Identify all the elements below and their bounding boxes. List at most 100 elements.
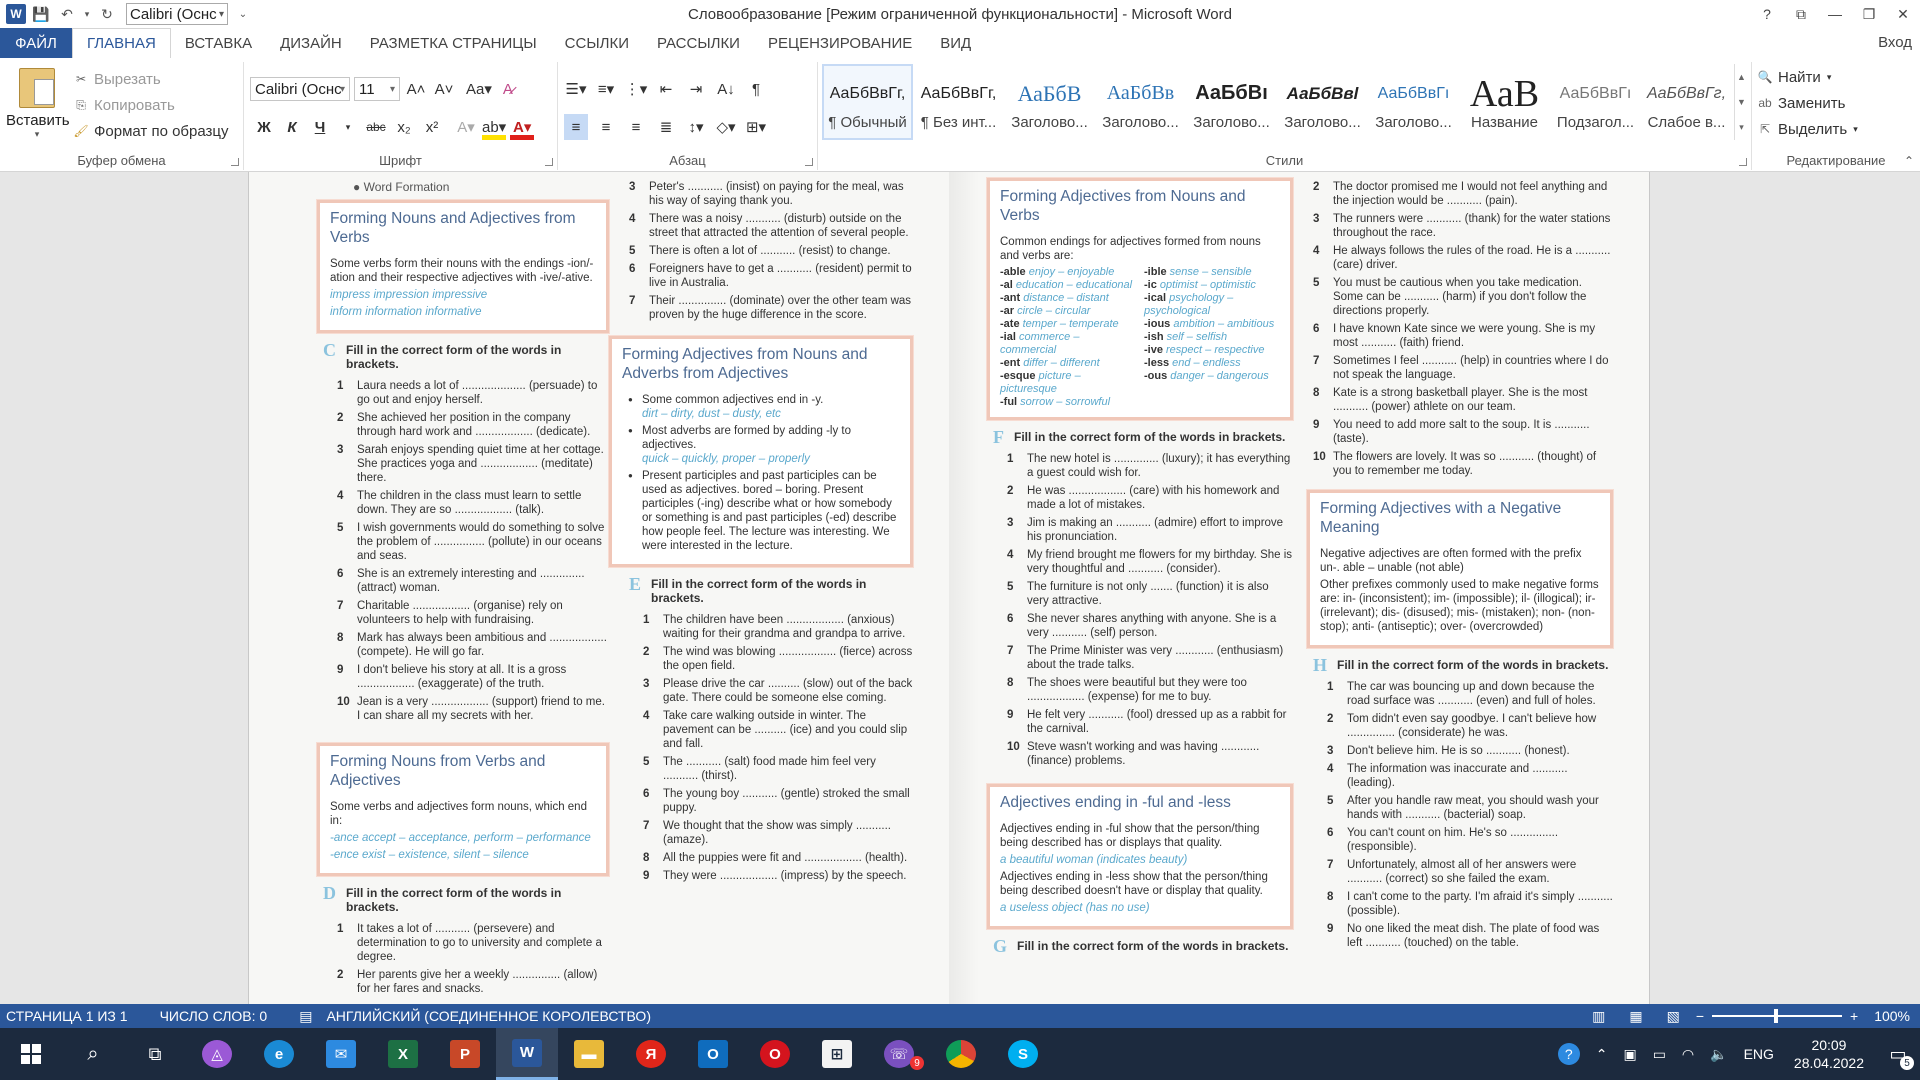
- decrease-indent-icon[interactable]: ⇤: [654, 76, 678, 102]
- taskbar-app-yandex[interactable]: Я: [620, 1028, 682, 1080]
- style-no-spacing[interactable]: АаБбВвГг, ¶ Без инт...: [913, 64, 1004, 140]
- sign-in-link[interactable]: Вход: [1878, 34, 1912, 51]
- tab-design[interactable]: ДИЗАЙН: [266, 28, 356, 58]
- style-heading-1[interactable]: АаБбВ Заголово...: [1004, 64, 1095, 140]
- taskbar-app-outlook[interactable]: O: [682, 1028, 744, 1080]
- taskbar-app-chrome[interactable]: [930, 1028, 992, 1080]
- font-launcher-icon[interactable]: [545, 158, 553, 166]
- taskbar-app-opera[interactable]: O: [744, 1028, 806, 1080]
- collapse-ribbon-icon[interactable]: ⌃: [1904, 154, 1914, 168]
- tab-mailings[interactable]: РАССЫЛКИ: [643, 28, 754, 58]
- close-button[interactable]: ✕: [1886, 0, 1920, 28]
- minimize-button[interactable]: —: [1818, 0, 1852, 28]
- show-marks-icon[interactable]: ¶: [744, 76, 768, 102]
- underline-dropdown-icon[interactable]: ▾: [336, 114, 360, 140]
- web-layout-icon[interactable]: ▧: [1667, 1008, 1680, 1025]
- taskbar-app-assistant[interactable]: ◬: [186, 1028, 248, 1080]
- justify-icon[interactable]: ≣: [654, 114, 678, 140]
- style-subtle-emphasis[interactable]: АаБбВвГг, Слабое в...: [1641, 64, 1732, 140]
- print-layout-icon[interactable]: ▦: [1629, 1008, 1642, 1025]
- read-mode-icon[interactable]: ▥: [1592, 1008, 1605, 1025]
- style-subtitle[interactable]: АаБбВвГı Подзагол...: [1550, 64, 1641, 140]
- zoom-slider[interactable]: [1712, 1009, 1842, 1023]
- text-effects-icon[interactable]: A▾: [454, 114, 478, 140]
- help-button[interactable]: ?: [1750, 0, 1784, 28]
- align-center-icon[interactable]: ≡: [594, 114, 618, 140]
- font-name-select[interactable]: Calibri (Оснс: [250, 77, 350, 101]
- italic-icon[interactable]: К: [280, 114, 304, 140]
- style-heading-4[interactable]: АаБбВвl Заголово...: [1277, 64, 1368, 140]
- ribbon-display-icon[interactable]: ⧉: [1784, 0, 1818, 28]
- customize-qat-icon[interactable]: ⌄: [232, 3, 254, 25]
- cut-button[interactable]: ✂ Вырезать: [74, 66, 229, 92]
- document-area[interactable]: ● Word Formation Forming Nouns and Adjec…: [0, 172, 1920, 1004]
- tab-view[interactable]: ВИД: [926, 28, 985, 58]
- page-count[interactable]: СТРАНИЦА 1 ИЗ 1: [6, 1008, 128, 1024]
- find-button[interactable]: 🔍 Найти ▾: [1758, 64, 1858, 90]
- network-drive-icon[interactable]: ▣: [1623, 1046, 1636, 1063]
- scroll-up-icon[interactable]: ▲: [1737, 72, 1746, 82]
- taskbar-app-powerpoint[interactable]: P: [434, 1028, 496, 1080]
- shading-icon[interactable]: ◇▾: [714, 114, 738, 140]
- tab-page-layout[interactable]: РАЗМЕТКА СТРАНИЦЫ: [356, 28, 551, 58]
- zoom-in-icon[interactable]: +: [1850, 1008, 1858, 1024]
- paragraph-launcher-icon[interactable]: [805, 158, 813, 166]
- save-icon[interactable]: 💾: [30, 3, 52, 25]
- tab-review[interactable]: РЕЦЕНЗИРОВАНИЕ: [754, 28, 926, 58]
- underline-icon[interactable]: Ч: [308, 114, 332, 140]
- align-left-icon[interactable]: ≡: [564, 114, 588, 140]
- line-spacing-icon[interactable]: ↕▾: [684, 114, 708, 140]
- task-view-button[interactable]: ⧉: [124, 1028, 186, 1080]
- highlight-icon[interactable]: ab▾: [482, 114, 507, 140]
- zoom-out-icon[interactable]: −: [1696, 1008, 1704, 1024]
- wifi-icon[interactable]: ◠: [1682, 1046, 1694, 1063]
- volume-icon[interactable]: 🔈: [1710, 1046, 1727, 1063]
- style-heading-3[interactable]: АаБбВı Заголово...: [1186, 64, 1277, 140]
- document-page[interactable]: ● Word Formation Forming Nouns and Adjec…: [248, 172, 1650, 1004]
- show-hidden-icons[interactable]: ⌃: [1596, 1046, 1608, 1063]
- align-right-icon[interactable]: ≡: [624, 114, 648, 140]
- tab-insert[interactable]: ВСТАВКА: [171, 28, 266, 58]
- style-title[interactable]: АаВ Название: [1459, 64, 1550, 140]
- start-button[interactable]: [0, 1028, 62, 1080]
- language-status[interactable]: АНГЛИЙСКИЙ (СОЕДИНЕННОЕ КОРОЛЕВСТВО): [326, 1008, 651, 1024]
- grow-font-icon[interactable]: A˄: [404, 76, 428, 102]
- select-button[interactable]: ⇱ Выделить ▾: [1758, 116, 1858, 142]
- input-language[interactable]: ENG: [1744, 1046, 1774, 1062]
- battery-icon[interactable]: ▭: [1653, 1046, 1666, 1063]
- copy-button[interactable]: ⎘ Копировать: [74, 92, 229, 118]
- styles-launcher-icon[interactable]: [1739, 158, 1747, 166]
- taskbar-app-mail[interactable]: ✉: [310, 1028, 372, 1080]
- font-color-icon[interactable]: A▾: [510, 114, 535, 140]
- proofing-icon[interactable]: ▤: [299, 1008, 312, 1025]
- increase-indent-icon[interactable]: ⇥: [684, 76, 708, 102]
- tab-home[interactable]: ГЛАВНАЯ: [72, 28, 171, 58]
- multilevel-list-icon[interactable]: ⋮▾: [624, 76, 648, 102]
- clock[interactable]: 20:09 28.04.2022: [1794, 1036, 1864, 1072]
- paste-button[interactable]: Вставить ▾: [6, 64, 70, 140]
- superscript-icon[interactable]: x²: [420, 114, 444, 140]
- change-case-icon[interactable]: Aa▾: [466, 76, 492, 102]
- taskbar-app-store[interactable]: ⊞: [806, 1028, 868, 1080]
- zoom-slider-thumb[interactable]: [1774, 1009, 1778, 1023]
- sort-icon[interactable]: A↓: [714, 76, 738, 102]
- font-size-select[interactable]: 11: [354, 77, 400, 101]
- format-painter-button[interactable]: 🖌 Формат по образцу: [73, 118, 228, 144]
- taskbar-app-skype[interactable]: S: [992, 1028, 1054, 1080]
- replace-button[interactable]: ab Заменить: [1758, 90, 1858, 116]
- word-count[interactable]: ЧИСЛО СЛОВ: 0: [160, 1008, 268, 1024]
- clipboard-launcher-icon[interactable]: [231, 158, 239, 166]
- search-taskbar-button[interactable]: ⌕: [62, 1028, 124, 1080]
- bold-icon[interactable]: Ж: [252, 114, 276, 140]
- action-center-button[interactable]: ▭ 5: [1876, 1028, 1920, 1080]
- styles-scroll[interactable]: ▲ ▼ ▾: [1734, 64, 1748, 140]
- redo-icon[interactable]: ↻: [96, 3, 118, 25]
- taskbar-app-excel[interactable]: X: [372, 1028, 434, 1080]
- tab-references[interactable]: ССЫЛКИ: [551, 28, 643, 58]
- clear-formatting-icon[interactable]: A̷: [496, 76, 520, 102]
- taskbar-app-explorer[interactable]: ▬: [558, 1028, 620, 1080]
- taskbar-app-viber[interactable]: ☏ 9: [868, 1028, 930, 1080]
- qat-font-select[interactable]: Calibri (Оснс: [126, 3, 228, 25]
- borders-icon[interactable]: ⊞▾: [744, 114, 768, 140]
- strikethrough-icon[interactable]: abc: [364, 114, 388, 140]
